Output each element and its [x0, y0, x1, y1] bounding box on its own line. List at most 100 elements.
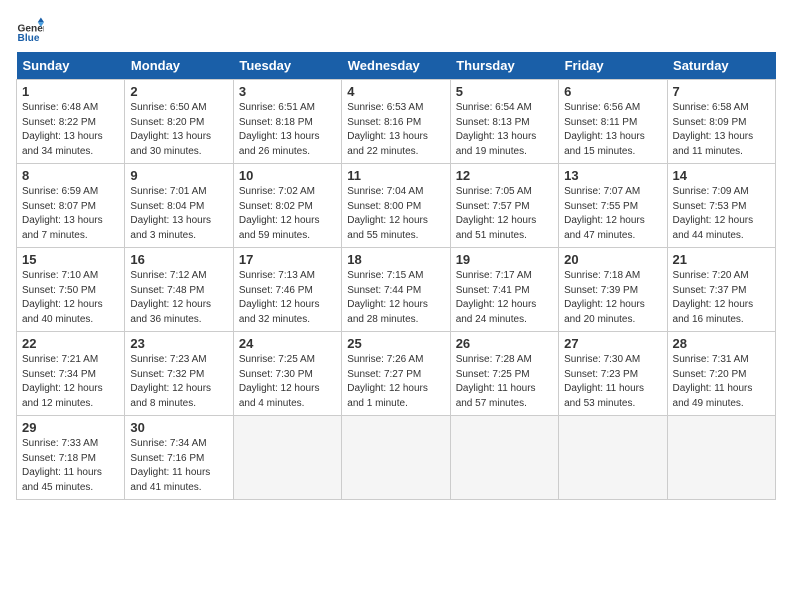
day-info: Sunrise: 7:18 AMSunset: 7:39 PMDaylight:…	[564, 270, 645, 325]
day-number: 18	[347, 252, 444, 267]
day-cell-20: 20 Sunrise: 7:18 AMSunset: 7:39 PMDaylig…	[559, 248, 667, 332]
empty-cell	[233, 416, 341, 500]
day-number: 21	[673, 252, 770, 267]
day-cell-30: 30 Sunrise: 7:34 AMSunset: 7:16 PMDaylig…	[125, 416, 233, 500]
weekday-header-sunday: Sunday	[17, 52, 125, 80]
day-cell-18: 18 Sunrise: 7:15 AMSunset: 7:44 PMDaylig…	[342, 248, 450, 332]
day-number: 28	[673, 336, 770, 351]
day-cell-11: 11 Sunrise: 7:04 AMSunset: 8:00 PMDaylig…	[342, 164, 450, 248]
calendar-table: SundayMondayTuesdayWednesdayThursdayFrid…	[16, 52, 776, 500]
day-number: 29	[22, 420, 119, 435]
day-info: Sunrise: 6:58 AMSunset: 8:09 PMDaylight:…	[673, 102, 754, 157]
day-number: 27	[564, 336, 661, 351]
day-cell-2: 2 Sunrise: 6:50 AMSunset: 8:20 PMDayligh…	[125, 80, 233, 164]
day-number: 22	[22, 336, 119, 351]
logo-icon: General Blue	[16, 16, 44, 44]
calendar-row: 15 Sunrise: 7:10 AMSunset: 7:50 PMDaylig…	[17, 248, 776, 332]
day-cell-12: 12 Sunrise: 7:05 AMSunset: 7:57 PMDaylig…	[450, 164, 558, 248]
day-cell-4: 4 Sunrise: 6:53 AMSunset: 8:16 PMDayligh…	[342, 80, 450, 164]
day-number: 8	[22, 168, 119, 183]
day-number: 14	[673, 168, 770, 183]
day-number: 19	[456, 252, 553, 267]
day-info: Sunrise: 7:20 AMSunset: 7:37 PMDaylight:…	[673, 270, 754, 325]
logo: General Blue	[16, 16, 48, 44]
day-info: Sunrise: 7:02 AMSunset: 8:02 PMDaylight:…	[239, 186, 320, 241]
day-number: 11	[347, 168, 444, 183]
day-cell-6: 6 Sunrise: 6:56 AMSunset: 8:11 PMDayligh…	[559, 80, 667, 164]
day-number: 10	[239, 168, 336, 183]
day-number: 1	[22, 84, 119, 99]
day-info: Sunrise: 6:51 AMSunset: 8:18 PMDaylight:…	[239, 102, 320, 157]
day-number: 17	[239, 252, 336, 267]
day-cell-24: 24 Sunrise: 7:25 AMSunset: 7:30 PMDaylig…	[233, 332, 341, 416]
weekday-header-row: SundayMondayTuesdayWednesdayThursdayFrid…	[17, 52, 776, 80]
day-cell-28: 28 Sunrise: 7:31 AMSunset: 7:20 PMDaylig…	[667, 332, 775, 416]
weekday-header-tuesday: Tuesday	[233, 52, 341, 80]
day-number: 24	[239, 336, 336, 351]
day-info: Sunrise: 7:23 AMSunset: 7:32 PMDaylight:…	[130, 354, 211, 409]
day-cell-25: 25 Sunrise: 7:26 AMSunset: 7:27 PMDaylig…	[342, 332, 450, 416]
page-header: General Blue	[16, 16, 776, 44]
day-number: 30	[130, 420, 227, 435]
day-info: Sunrise: 7:34 AMSunset: 7:16 PMDaylight:…	[130, 438, 210, 493]
calendar-row: 8 Sunrise: 6:59 AMSunset: 8:07 PMDayligh…	[17, 164, 776, 248]
day-cell-14: 14 Sunrise: 7:09 AMSunset: 7:53 PMDaylig…	[667, 164, 775, 248]
day-info: Sunrise: 6:53 AMSunset: 8:16 PMDaylight:…	[347, 102, 428, 157]
day-cell-13: 13 Sunrise: 7:07 AMSunset: 7:55 PMDaylig…	[559, 164, 667, 248]
day-number: 20	[564, 252, 661, 267]
day-number: 4	[347, 84, 444, 99]
day-cell-19: 19 Sunrise: 7:17 AMSunset: 7:41 PMDaylig…	[450, 248, 558, 332]
day-cell-8: 8 Sunrise: 6:59 AMSunset: 8:07 PMDayligh…	[17, 164, 125, 248]
weekday-header-thursday: Thursday	[450, 52, 558, 80]
day-cell-17: 17 Sunrise: 7:13 AMSunset: 7:46 PMDaylig…	[233, 248, 341, 332]
day-number: 26	[456, 336, 553, 351]
empty-cell	[559, 416, 667, 500]
weekday-header-monday: Monday	[125, 52, 233, 80]
weekday-header-saturday: Saturday	[667, 52, 775, 80]
day-info: Sunrise: 7:28 AMSunset: 7:25 PMDaylight:…	[456, 354, 536, 409]
day-number: 16	[130, 252, 227, 267]
day-number: 7	[673, 84, 770, 99]
day-cell-29: 29 Sunrise: 7:33 AMSunset: 7:18 PMDaylig…	[17, 416, 125, 500]
day-number: 15	[22, 252, 119, 267]
day-number: 9	[130, 168, 227, 183]
day-cell-3: 3 Sunrise: 6:51 AMSunset: 8:18 PMDayligh…	[233, 80, 341, 164]
day-cell-1: 1 Sunrise: 6:48 AMSunset: 8:22 PMDayligh…	[17, 80, 125, 164]
day-info: Sunrise: 7:26 AMSunset: 7:27 PMDaylight:…	[347, 354, 428, 409]
day-info: Sunrise: 6:48 AMSunset: 8:22 PMDaylight:…	[22, 102, 103, 157]
day-cell-27: 27 Sunrise: 7:30 AMSunset: 7:23 PMDaylig…	[559, 332, 667, 416]
empty-cell	[450, 416, 558, 500]
day-info: Sunrise: 7:12 AMSunset: 7:48 PMDaylight:…	[130, 270, 211, 325]
day-cell-16: 16 Sunrise: 7:12 AMSunset: 7:48 PMDaylig…	[125, 248, 233, 332]
weekday-header-friday: Friday	[559, 52, 667, 80]
day-info: Sunrise: 7:33 AMSunset: 7:18 PMDaylight:…	[22, 438, 102, 493]
day-info: Sunrise: 7:13 AMSunset: 7:46 PMDaylight:…	[239, 270, 320, 325]
day-number: 3	[239, 84, 336, 99]
weekday-header-wednesday: Wednesday	[342, 52, 450, 80]
day-number: 23	[130, 336, 227, 351]
day-info: Sunrise: 7:15 AMSunset: 7:44 PMDaylight:…	[347, 270, 428, 325]
calendar-row: 22 Sunrise: 7:21 AMSunset: 7:34 PMDaylig…	[17, 332, 776, 416]
day-info: Sunrise: 7:05 AMSunset: 7:57 PMDaylight:…	[456, 186, 537, 241]
day-cell-9: 9 Sunrise: 7:01 AMSunset: 8:04 PMDayligh…	[125, 164, 233, 248]
day-info: Sunrise: 6:59 AMSunset: 8:07 PMDaylight:…	[22, 186, 103, 241]
day-cell-5: 5 Sunrise: 6:54 AMSunset: 8:13 PMDayligh…	[450, 80, 558, 164]
day-number: 12	[456, 168, 553, 183]
empty-cell	[342, 416, 450, 500]
day-cell-23: 23 Sunrise: 7:23 AMSunset: 7:32 PMDaylig…	[125, 332, 233, 416]
day-info: Sunrise: 7:21 AMSunset: 7:34 PMDaylight:…	[22, 354, 103, 409]
day-number: 25	[347, 336, 444, 351]
day-number: 13	[564, 168, 661, 183]
empty-cell	[667, 416, 775, 500]
day-cell-7: 7 Sunrise: 6:58 AMSunset: 8:09 PMDayligh…	[667, 80, 775, 164]
day-info: Sunrise: 7:07 AMSunset: 7:55 PMDaylight:…	[564, 186, 645, 241]
day-info: Sunrise: 6:54 AMSunset: 8:13 PMDaylight:…	[456, 102, 537, 157]
day-info: Sunrise: 7:30 AMSunset: 7:23 PMDaylight:…	[564, 354, 644, 409]
svg-text:Blue: Blue	[18, 33, 40, 44]
calendar-row: 29 Sunrise: 7:33 AMSunset: 7:18 PMDaylig…	[17, 416, 776, 500]
calendar-row: 1 Sunrise: 6:48 AMSunset: 8:22 PMDayligh…	[17, 80, 776, 164]
day-number: 6	[564, 84, 661, 99]
day-cell-22: 22 Sunrise: 7:21 AMSunset: 7:34 PMDaylig…	[17, 332, 125, 416]
day-cell-26: 26 Sunrise: 7:28 AMSunset: 7:25 PMDaylig…	[450, 332, 558, 416]
day-info: Sunrise: 6:50 AMSunset: 8:20 PMDaylight:…	[130, 102, 211, 157]
